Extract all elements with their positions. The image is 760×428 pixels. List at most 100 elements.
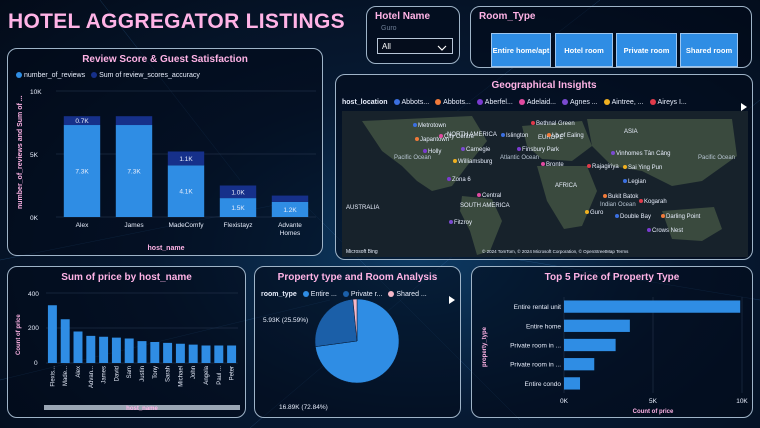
map-place-label: Bukit Batok xyxy=(608,194,639,200)
geo-legend-item: Aireys I... xyxy=(649,99,687,106)
map-location-dot xyxy=(449,220,453,224)
top5-bar xyxy=(564,377,581,390)
x-tick-label: Flexis... xyxy=(50,366,56,387)
map-place-label: Rajagiriya xyxy=(592,164,619,170)
top5-ylabel: property_type xyxy=(482,326,488,367)
bar-accuracy xyxy=(115,116,153,126)
top5-bar xyxy=(564,338,616,352)
x-tick-label: Angela xyxy=(204,365,210,384)
x-tick-label: Homes xyxy=(280,230,301,237)
top5-bar xyxy=(564,319,630,332)
price-ytick-0: 0 xyxy=(34,360,38,367)
review-score-panel: Review Score & Guest Satisfaction number… xyxy=(7,48,323,256)
map-location-dot xyxy=(639,199,643,203)
map-location-dot xyxy=(661,214,665,218)
map-place-label: Lb of Ealing xyxy=(552,133,584,139)
map-place-label: Holly xyxy=(428,149,441,155)
map-place-label: Williamsburg xyxy=(458,159,492,165)
hotel-name-dropdown[interactable]: All xyxy=(377,38,453,54)
x-tick-label: Peter xyxy=(230,366,236,380)
price-bar xyxy=(86,335,96,363)
x-tick-label: Flexistayz xyxy=(224,222,253,229)
price-bar xyxy=(201,345,211,363)
map-label-atlantic: Atlantic Ocean xyxy=(500,155,539,161)
page-title: HOTEL AGGREGATOR LISTINGS xyxy=(8,10,345,33)
map-location-dot xyxy=(547,133,551,137)
map-place-label: Double Bay xyxy=(620,214,651,220)
map-place-label: Finsbury Park xyxy=(522,147,560,153)
geo-legend-item: Agnes ... xyxy=(562,99,598,106)
price-bar xyxy=(124,338,134,363)
map-place-label: Legian xyxy=(628,179,646,185)
data-label: 7.3K xyxy=(127,169,141,176)
review-bar-chart: number_of_reviews and Sum of ... 10K 5K … xyxy=(17,89,316,252)
map-place-label: Kogarah xyxy=(644,199,667,205)
geo-legend[interactable]: host_location Abbots... Abbots... Aberfe… xyxy=(342,99,687,106)
room-option-entire-home[interactable]: Entire home/apt xyxy=(491,33,551,67)
pie-label-entire: 16.89K (72.84%) xyxy=(279,404,328,411)
x-tick-label: James xyxy=(102,366,108,384)
map-location-dot xyxy=(439,134,443,138)
geo-legend-label: host_location xyxy=(342,99,388,106)
map-area[interactable]: NORTH AMERICA EUROPE ASIA AFRICA SOUTH A… xyxy=(342,111,748,257)
hotel-dropdown-value: All xyxy=(382,42,391,51)
map-location-dot xyxy=(517,147,521,151)
top5-xtick-0: 0K xyxy=(560,398,569,405)
top5-bar xyxy=(564,300,741,313)
room-option-private-room[interactable]: Private room xyxy=(616,33,677,67)
world-map: NORTH AMERICA EUROPE ASIA AFRICA SOUTH A… xyxy=(346,116,737,255)
y-tick-label: Entire condo xyxy=(525,381,562,388)
map-label-sa: SOUTH AMERICA xyxy=(460,203,510,209)
map-label-australia: AUSTRALIA xyxy=(346,205,379,211)
map-place-label: Fitzroy xyxy=(454,220,472,226)
review-ytick-0k: 0K xyxy=(30,215,39,222)
x-tick-label: Made... xyxy=(63,366,69,386)
map-place-label: Islington xyxy=(506,133,528,139)
room-option-shared-room[interactable]: Shared room xyxy=(680,33,738,67)
y-tick-label: Private room in ... xyxy=(510,343,561,350)
map-place-label: Sai Ying Pun xyxy=(628,165,662,171)
data-label: 1.2K xyxy=(283,207,297,214)
x-tick-label: Justin xyxy=(140,366,146,382)
map-location-dot xyxy=(585,210,589,214)
price-bar xyxy=(99,336,109,363)
price-bar xyxy=(73,331,83,363)
geo-legend-item: Abbots... xyxy=(435,99,471,106)
map-location-dot xyxy=(541,162,545,166)
x-tick-label: Sarah xyxy=(166,366,172,382)
price-panel: Sum of price by host_name Count of price… xyxy=(7,266,246,418)
pie-slice xyxy=(314,298,358,347)
room-option-hotel-room[interactable]: Hotel room xyxy=(555,33,613,67)
hotel-name-slicer: Hotel Name Guro All xyxy=(366,6,460,64)
top5-xlabel: Count of price xyxy=(633,409,674,415)
map-location-dot xyxy=(453,159,457,163)
data-label: 7.3K xyxy=(75,169,89,176)
map-location-dot xyxy=(603,194,607,198)
map-location-dot xyxy=(531,121,535,125)
x-tick-label: Sam xyxy=(127,366,133,378)
hotel-slicer-placeholder: Guro xyxy=(381,25,397,32)
map-location-dot xyxy=(587,164,591,168)
price-bar xyxy=(188,344,198,363)
review-xlabel: host_name xyxy=(148,245,185,252)
price-bar xyxy=(150,342,160,363)
room-slicer-label: Room_Type xyxy=(479,11,536,22)
x-tick-label: James xyxy=(124,222,144,229)
price-ytick-400: 400 xyxy=(28,291,39,298)
pie-chart: 5.93K (25.59%) 16.89K (72.84%) xyxy=(263,298,400,411)
hotel-slicer-label: Hotel Name xyxy=(375,11,431,22)
price-bar xyxy=(47,305,57,363)
x-tick-label: Advante xyxy=(278,222,302,229)
review-ylabel: number_of_reviews and Sum of ... xyxy=(17,95,24,209)
data-label: 1.5K xyxy=(231,205,245,212)
map-place-label: Crows Nest xyxy=(652,228,683,234)
geo-panel: Geographical Insights host_location Abbo… xyxy=(335,74,753,260)
map-label-africa: AFRICA xyxy=(555,183,577,189)
map-location-dot xyxy=(647,228,651,232)
map-location-dot xyxy=(461,147,465,151)
price-ylabel: Count of price xyxy=(16,314,22,355)
price-bar xyxy=(137,341,147,363)
price-bar xyxy=(227,345,237,363)
map-location-dot xyxy=(415,137,419,141)
map-location-dot xyxy=(615,214,619,218)
